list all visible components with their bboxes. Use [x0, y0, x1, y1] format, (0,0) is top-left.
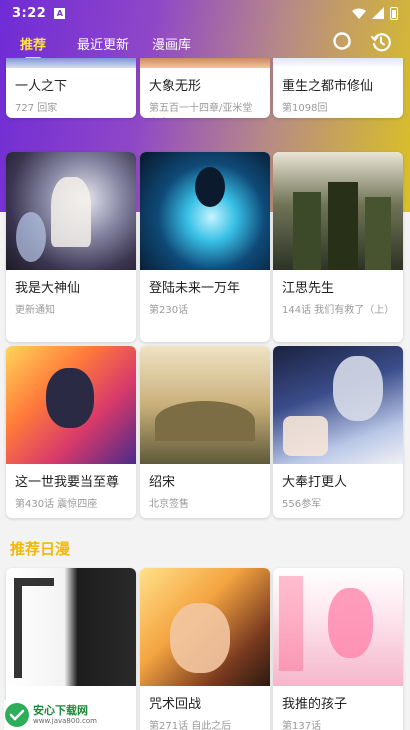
watermark-name: 安心下载网 — [33, 704, 88, 717]
comic-subtitle: 第137话 — [282, 721, 322, 730]
comic-card[interactable]: 登陆未来一万年 第230话 — [140, 152, 270, 342]
comic-subtitle: 第五百一十四章/亚米堂主中 — [149, 103, 253, 114]
comic-cover — [6, 346, 136, 464]
comic-title: 绍宋 — [149, 475, 176, 490]
signal-icon — [372, 7, 384, 19]
comic-title: 一人之下 — [15, 79, 68, 94]
comic-subtitle: 第271话 自此之后 — [149, 721, 232, 730]
tab-recommend[interactable]: 推荐 — [20, 34, 46, 60]
comic-subtitle: 第1098回 — [282, 103, 328, 114]
comic-title: 大象无形 — [149, 79, 202, 94]
comic-subtitle: 北京签售 — [149, 499, 189, 510]
comic-cover — [140, 58, 270, 68]
wifi-icon — [352, 8, 366, 19]
comic-subtitle: 第230话 — [149, 305, 189, 316]
tab-recent-updates[interactable]: 最近更新 — [77, 34, 129, 53]
comic-card[interactable]: 江思先生 144话 我们有救了（上） — [273, 152, 403, 342]
status-time: 3:22 — [12, 5, 47, 21]
comic-title: 我推的孩子 — [282, 697, 348, 712]
status-bar: 3:22 A — [0, 0, 410, 26]
comic-title: 登陆未来一万年 — [149, 281, 241, 296]
comic-card[interactable]: 这一世我要当至尊 第430话 震惊四座 — [6, 346, 136, 518]
comic-cover — [273, 346, 403, 464]
tab-comic-library[interactable]: 漫画库 — [152, 34, 191, 53]
comic-subtitle: 556参军 — [282, 499, 322, 510]
main-content: 一人之下 727 回家 大象无形 第五百一十四章/亚米堂主中 重生之都市修仙 第… — [0, 58, 410, 730]
status-icons — [352, 6, 398, 20]
comic-title: 咒术回战 — [149, 697, 202, 712]
comic-card[interactable]: 大奉打更人 556参军 — [273, 346, 403, 518]
history-icon[interactable] — [370, 31, 392, 53]
battery-icon — [390, 6, 398, 20]
comic-cover — [273, 152, 403, 270]
comic-card[interactable]: 大象无形 第五百一十四章/亚米堂主中 — [140, 58, 270, 118]
comic-cover — [6, 152, 136, 270]
comic-title: 江思先生 — [282, 281, 335, 296]
comic-card[interactable]: 我推的孩子 第137话 — [273, 568, 403, 730]
watermark-url: www.java800.com — [33, 717, 97, 725]
comic-cover — [140, 346, 270, 464]
section-title-japanese: 推荐日漫 — [10, 540, 71, 558]
comic-cover — [6, 568, 136, 686]
comic-subtitle: 第430话 震惊四座 — [15, 499, 98, 510]
comic-cover — [273, 568, 403, 686]
comic-title: 重生之都市修仙 — [282, 79, 374, 94]
comic-card[interactable]: 重生之都市修仙 第1098回 — [273, 58, 403, 118]
comic-card[interactable]: 绍宋 北京签售 — [140, 346, 270, 518]
comic-card[interactable]: 一人之下 727 回家 — [6, 58, 136, 118]
comic-title: 大奉打更人 — [282, 475, 348, 490]
comic-cover — [140, 568, 270, 686]
comic-cover — [6, 58, 136, 68]
top-nav: 推荐 最近更新 漫画库 — [0, 26, 410, 60]
comic-title: 我是大神仙 — [15, 281, 81, 296]
comic-cover — [140, 152, 270, 270]
comic-subtitle: 727 回家 — [15, 103, 58, 114]
comic-title: 这一世我要当至尊 — [15, 475, 120, 490]
comic-card[interactable]: 我是大神仙 更新通知 — [6, 152, 136, 342]
comic-cover — [273, 58, 403, 68]
comic-subtitle: 更新通知 — [15, 305, 55, 316]
watermark-logo: 安心下载网 www.java800.com — [4, 700, 114, 730]
notification-icon: A — [54, 7, 66, 19]
search-icon[interactable] — [332, 31, 354, 53]
comic-subtitle: 144话 我们有救了（上） — [282, 305, 395, 316]
comic-card[interactable]: 咒术回战 第271话 自此之后 — [140, 568, 270, 730]
watermark-shield-icon — [5, 703, 29, 727]
